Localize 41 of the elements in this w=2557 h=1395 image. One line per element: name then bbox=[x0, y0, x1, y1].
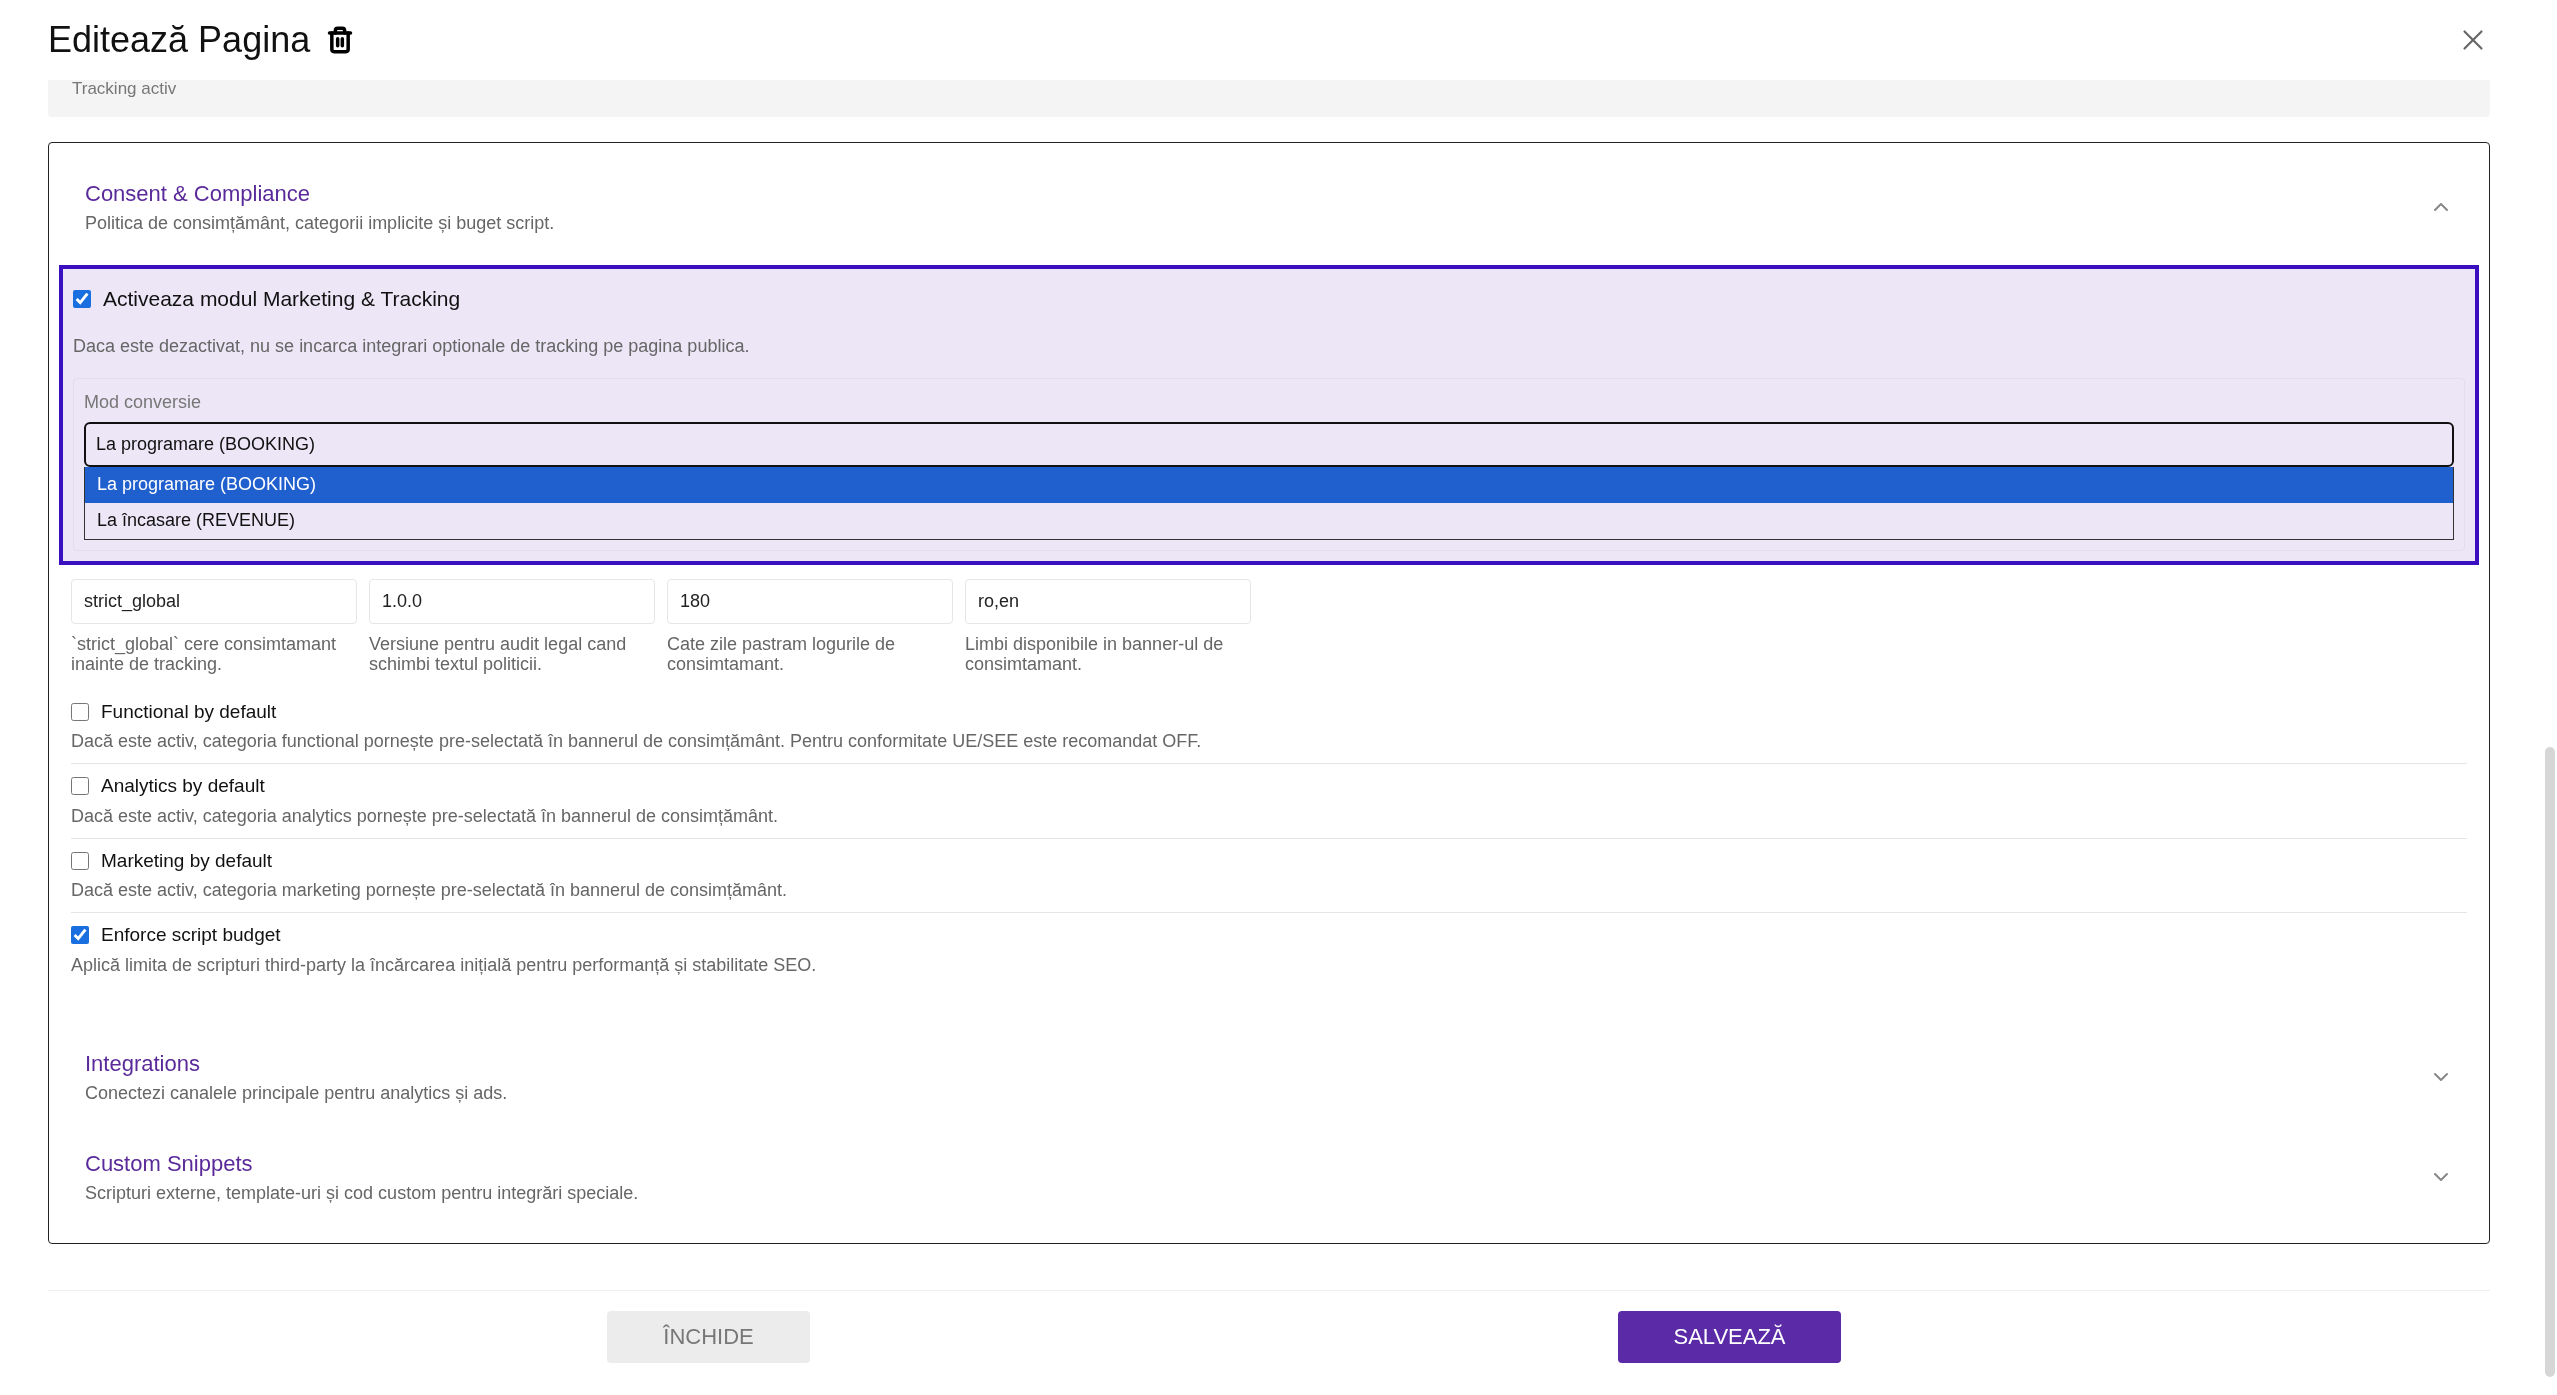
description-text: Daca este dezactivat, nu se incarca integrari optionale de tracking pe pagina publica. bbox=[73, 334, 750, 358]
summary-text: Tracking activ bbox=[72, 80, 177, 98]
section-title: Consent & Compliance bbox=[85, 180, 311, 208]
trash-icon[interactable] bbox=[326, 26, 355, 54]
text-field[interactable]: 1.0.0 bbox=[369, 578, 655, 624]
marketing-checkbox[interactable] bbox=[73, 289, 91, 308]
option-checkbox[interactable] bbox=[71, 851, 89, 870]
option-checkbox[interactable] bbox=[71, 702, 89, 721]
section-subtitle: Politica de consimțământ, categorii implicite și buget script. bbox=[85, 212, 555, 235]
text-field[interactable]: 180 bbox=[667, 578, 953, 624]
description-text: Dacă este activ, categoria marketing pornește pre-selectată în bannerul de consimțământ. bbox=[71, 879, 789, 902]
select-field[interactable]: La programare (BOOKING) bbox=[84, 421, 2454, 467]
checkbox-label: Marketing by default bbox=[101, 848, 273, 873]
help-text: Versiune pentru audit legal cand schimbi textul politicii. bbox=[369, 633, 628, 674]
text-field[interactable]: ro,en bbox=[965, 578, 1251, 624]
help-text: `strict_global` cere consimtamant inainte de tracking. bbox=[71, 633, 338, 674]
section-header[interactable]: Custom Snippets Scripturi externe, template-uri și cod custom pentru integrări speciale. bbox=[49, 1106, 2489, 1207]
dropdown-option[interactable]: La programare (BOOKING) bbox=[85, 466, 2453, 503]
description-text: Dacă este activ, categoria functional pornește pre-selectată în bannerul de consimțământ. Pentru conformitate UE/SEE este recomandat OFF. bbox=[71, 730, 1203, 753]
section-header[interactable]: Consent & Compliance Politica de consimțământ, categorii implicite și buget script. bbox=[49, 143, 2489, 237]
page-title: Editează Pagina bbox=[48, 18, 311, 62]
checkbox-label: Functional by default bbox=[101, 699, 277, 724]
description-text: Aplică limita de scripturi third-party la încărcarea inițială pentru performanță și stabilitate SEO. bbox=[71, 953, 818, 977]
help-text: Cate zile pastram logurile de consimtamant. bbox=[667, 633, 897, 674]
text-field[interactable]: strict_global bbox=[71, 578, 357, 624]
option-checkbox[interactable] bbox=[71, 926, 89, 945]
scrollbar-thumb[interactable] bbox=[2545, 747, 2555, 1377]
save-button[interactable]: SALVEAZĂ bbox=[1618, 1310, 1841, 1363]
section-subtitle: Conectezi canalele principale pentru analytics și ads. bbox=[85, 1081, 508, 1105]
checkbox-label: Enforce script budget bbox=[101, 923, 281, 947]
help-text: Limbi disponibile in banner-ul de consimtamant. bbox=[965, 633, 1225, 674]
checkbox-label: Activeaza modul Marketing & Tracking bbox=[103, 286, 461, 312]
section-title: Integrations bbox=[85, 1049, 201, 1078]
section-subtitle: Scripturi externe, template-uri și cod custom pentru integrări speciale. bbox=[85, 1181, 639, 1205]
section-header[interactable]: Integrations Conectezi canalele principale pentru analytics și ads. bbox=[49, 1006, 2489, 1107]
close-button[interactable]: ÎNCHIDE bbox=[607, 1310, 810, 1363]
field-label: Mod conversie bbox=[84, 390, 202, 414]
section-title: Custom Snippets bbox=[85, 1149, 254, 1178]
option-checkbox[interactable] bbox=[71, 777, 89, 796]
description-text: Dacă este activ, categoria analytics pornește pre-selectată în bannerul de consimțământ. bbox=[71, 804, 780, 828]
checkbox-label: Analytics by default bbox=[101, 774, 265, 798]
